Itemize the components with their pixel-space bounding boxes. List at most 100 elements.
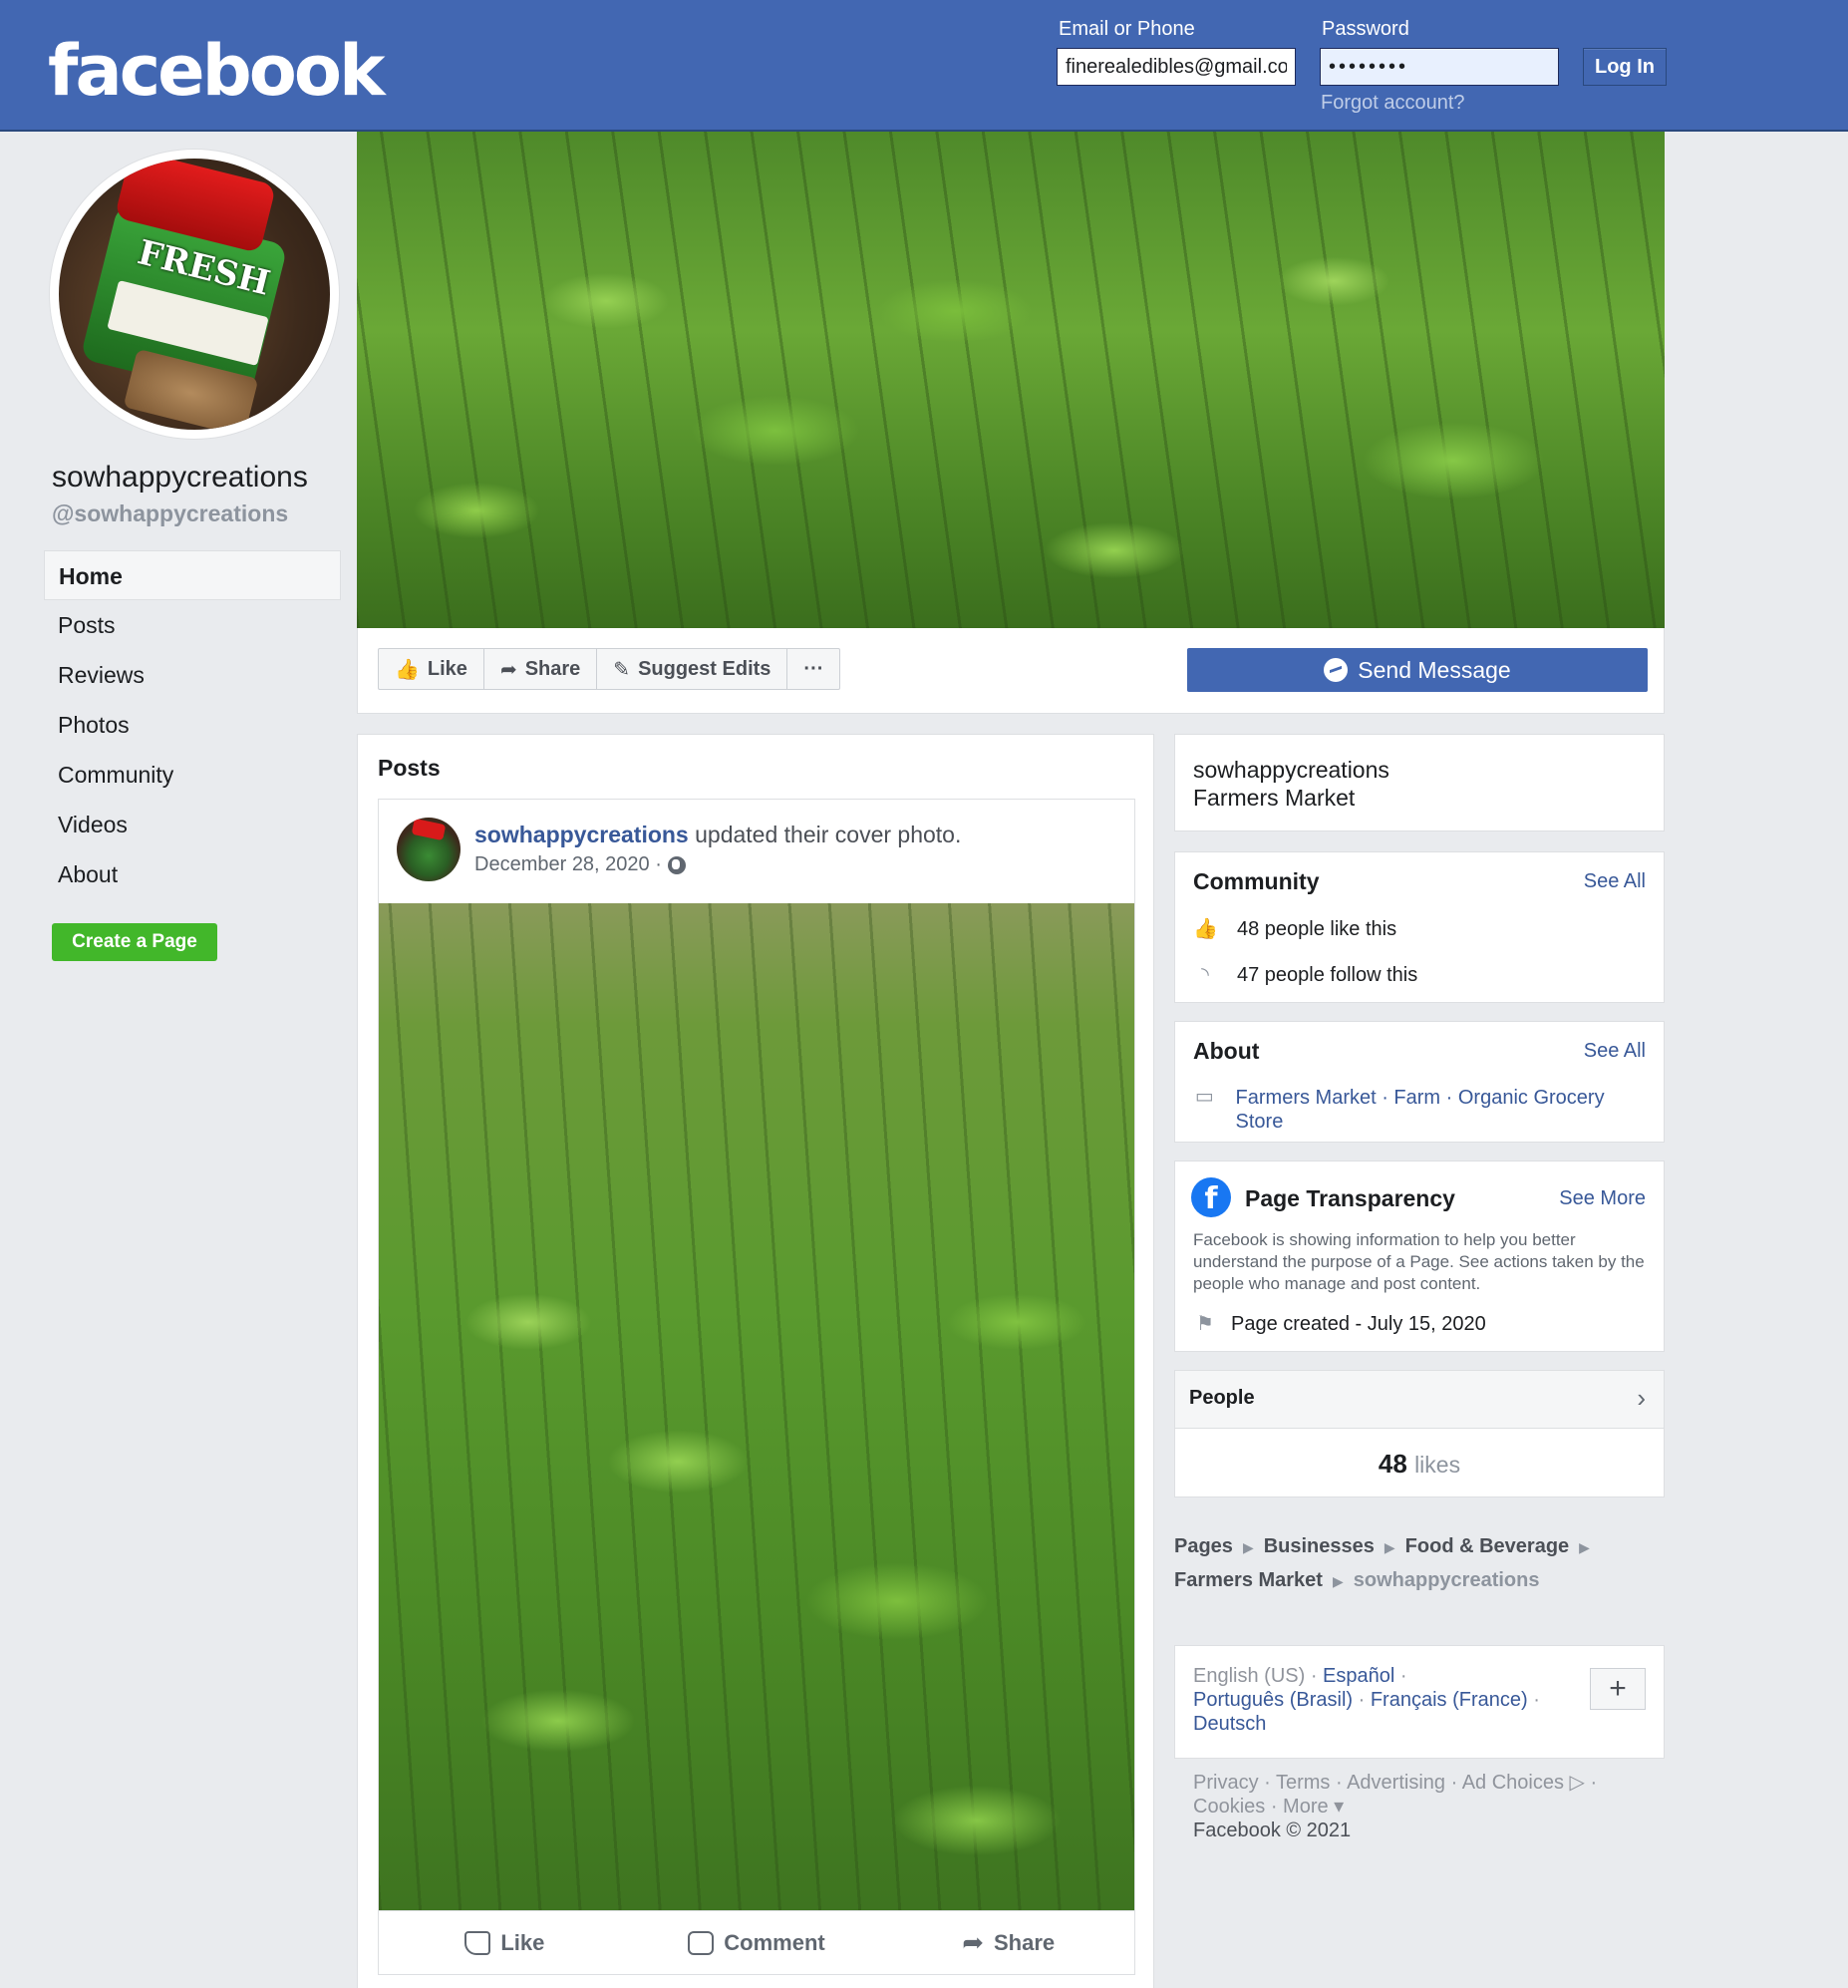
breadcrumb-item-food-beverage[interactable]: Food & Beverage (1405, 1535, 1569, 1557)
about-categories-row: ▭ Farmers Market · Farm · Organic Grocer… (1193, 1086, 1632, 1134)
cover-photo[interactable] (357, 132, 1665, 628)
share-arrow-icon: ➦ (499, 658, 517, 681)
nav-item-home[interactable]: Home (44, 550, 341, 600)
folder-icon: ▭ (1194, 1086, 1214, 1108)
breadcrumb: Pages ▶ Businesses ▶ Food & Beverage ▶ (1174, 1535, 1665, 1558)
community-title: Community (1193, 868, 1320, 894)
email-label: Email or Phone (1059, 18, 1195, 40)
post-photo[interactable] (379, 903, 1134, 1910)
create-page-button[interactable]: Create a Page (52, 923, 217, 961)
flag-icon: ⚑ (1196, 1313, 1214, 1335)
page-action-buttons: 👍 Like ➦ Share ✎ Suggest Edits ··· (378, 648, 841, 690)
messenger-icon (1324, 658, 1349, 682)
breadcrumb-line-2: Farmers Market ▶ sowhappycreations (1174, 1569, 1665, 1592)
post-comment-label: Comment (724, 1929, 825, 1955)
nav-item-reviews[interactable]: Reviews (44, 650, 341, 700)
language-current: English (US) (1193, 1665, 1306, 1687)
breadcrumb-item-businesses[interactable]: Businesses (1264, 1535, 1375, 1557)
people-likes-count: 48 (1378, 1449, 1407, 1479)
post-action-text: updated their cover photo. (688, 822, 962, 847)
post-share-button[interactable]: ➦ Share (882, 1911, 1134, 1974)
more-languages-plus-button[interactable]: + (1590, 1668, 1646, 1710)
about-categories-links[interactable]: Farmers Market · Farm · Organic Grocery … (1236, 1086, 1632, 1134)
post-action-bar: Like Comment ➦ Share (379, 1910, 1134, 1974)
globe-icon (667, 855, 686, 874)
post-timestamp[interactable]: December 28, 2020 · (474, 853, 686, 876)
breadcrumb-separator-icon: ▶ (1332, 1573, 1344, 1589)
people-card: People › 48 likes (1174, 1370, 1665, 1497)
nav-item-photos[interactable]: Photos (44, 700, 341, 750)
comment-icon (688, 1930, 715, 1955)
suggest-edits-label: Suggest Edits (638, 657, 771, 680)
post-date-text: December 28, 2020 · (474, 853, 662, 875)
post-author-avatar[interactable] (397, 818, 461, 881)
breadcrumb-item-farmers-market[interactable]: Farmers Market (1174, 1569, 1323, 1591)
thumbs-up-icon: 👍 (395, 658, 420, 681)
share-arrow-icon: ➦ (962, 1927, 984, 1957)
nav-item-videos[interactable]: Videos (44, 800, 341, 849)
page-info-card: sowhappycreations Farmers Market (1174, 734, 1665, 831)
info-page-name: sowhappycreations (1193, 757, 1389, 783)
post-card: sowhappycreations updated their cover ph… (378, 799, 1135, 1975)
language-option-portugues[interactable]: Português (Brasil) (1193, 1689, 1353, 1711)
thumbs-up-icon (464, 1930, 491, 1955)
breadcrumb-separator-icon: ▶ (1384, 1539, 1395, 1555)
page-transparency-card: f Page Transparency See More Facebook is… (1174, 1160, 1665, 1352)
forgot-account-link[interactable]: Forgot account? (1321, 92, 1465, 115)
nav-item-posts[interactable]: Posts (44, 600, 341, 650)
info-page-category: Farmers Market (1193, 785, 1356, 811)
post-like-button[interactable]: Like (379, 1911, 631, 1974)
language-selector-card: English (US) · Español · Português (Bras… (1174, 1645, 1665, 1759)
page-created-row: ⚑ Page created - July 15, 2020 (1193, 1313, 1486, 1336)
footer-links-line-2[interactable]: Cookies · More ▾ (1193, 1795, 1632, 1819)
posts-title: Posts (378, 755, 441, 781)
community-card: Community See All 👍 48 people like this … (1174, 851, 1665, 1003)
page-created-text: Page created - July 15, 2020 (1231, 1313, 1486, 1335)
like-page-button[interactable]: 👍 Like (379, 649, 484, 689)
password-field[interactable] (1320, 48, 1559, 86)
suggest-edits-button[interactable]: ✎ Suggest Edits (597, 649, 788, 689)
profile-picture[interactable]: FRESH (50, 150, 339, 439)
community-follows-row: ◝ 47 people follow this (1193, 964, 1417, 987)
page-action-bar: 👍 Like ➦ Share ✎ Suggest Edits ··· Send … (357, 628, 1665, 714)
like-label: Like (427, 657, 467, 680)
about-see-all-link[interactable]: See All (1584, 1040, 1646, 1063)
chevron-right-icon: › (1637, 1383, 1646, 1413)
transparency-see-more-link[interactable]: See More (1559, 1187, 1646, 1210)
share-page-button[interactable]: ➦ Share (484, 649, 598, 689)
language-option-deutsch[interactable]: Deutsch (1193, 1713, 1266, 1735)
top-bar: facebook Email or Phone Password Log In … (0, 0, 1848, 132)
breadcrumb-separator-icon: ▶ (1579, 1539, 1590, 1555)
nav-item-about[interactable]: About (44, 849, 341, 899)
people-title: People (1189, 1387, 1255, 1409)
about-title: About (1193, 1038, 1260, 1064)
footer-links-line-1[interactable]: Privacy · Terms · Advertising · Ad Choic… (1193, 1771, 1632, 1795)
follows-count-text: 47 people follow this (1237, 964, 1418, 986)
community-likes-row: 👍 48 people like this (1193, 918, 1396, 941)
post-header: sowhappycreations updated their cover ph… (474, 822, 961, 848)
community-see-all-link[interactable]: See All (1584, 870, 1646, 893)
about-card: About See All ▭ Farmers Market · Farm · … (1174, 1021, 1665, 1143)
breadcrumb-separator-icon: ▶ (1242, 1539, 1254, 1555)
people-header[interactable]: People › (1175, 1371, 1664, 1429)
people-likes-summary: 48 likes (1175, 1449, 1664, 1480)
more-options-button[interactable]: ··· (787, 649, 839, 689)
email-field[interactable] (1057, 48, 1296, 86)
facebook-logo[interactable]: facebook (48, 30, 386, 112)
log-in-button[interactable]: Log In (1583, 48, 1667, 86)
footer-copyright: Facebook © 2021 (1193, 1820, 1352, 1841)
post-comment-button[interactable]: Comment (631, 1911, 883, 1974)
send-message-button[interactable]: Send Message (1187, 648, 1648, 692)
page-nav: Home Posts Reviews Photos Community Vide… (44, 550, 341, 899)
pencil-icon: ✎ (613, 658, 631, 681)
nav-item-community[interactable]: Community (44, 750, 341, 800)
posts-section: Posts sowhappycreations updated their co… (357, 734, 1154, 1988)
password-label: Password (1322, 18, 1409, 40)
page-name: sowhappycreations (52, 461, 308, 494)
footer: Privacy · Terms · Advertising · Ad Choic… (1193, 1771, 1632, 1842)
people-likes-label: likes (1414, 1452, 1461, 1478)
post-author-link[interactable]: sowhappycreations (474, 822, 689, 847)
language-option-francais[interactable]: Français (France) (1371, 1689, 1528, 1711)
language-option-espanol[interactable]: Español (1323, 1665, 1394, 1687)
breadcrumb-item-pages[interactable]: Pages (1174, 1535, 1233, 1557)
